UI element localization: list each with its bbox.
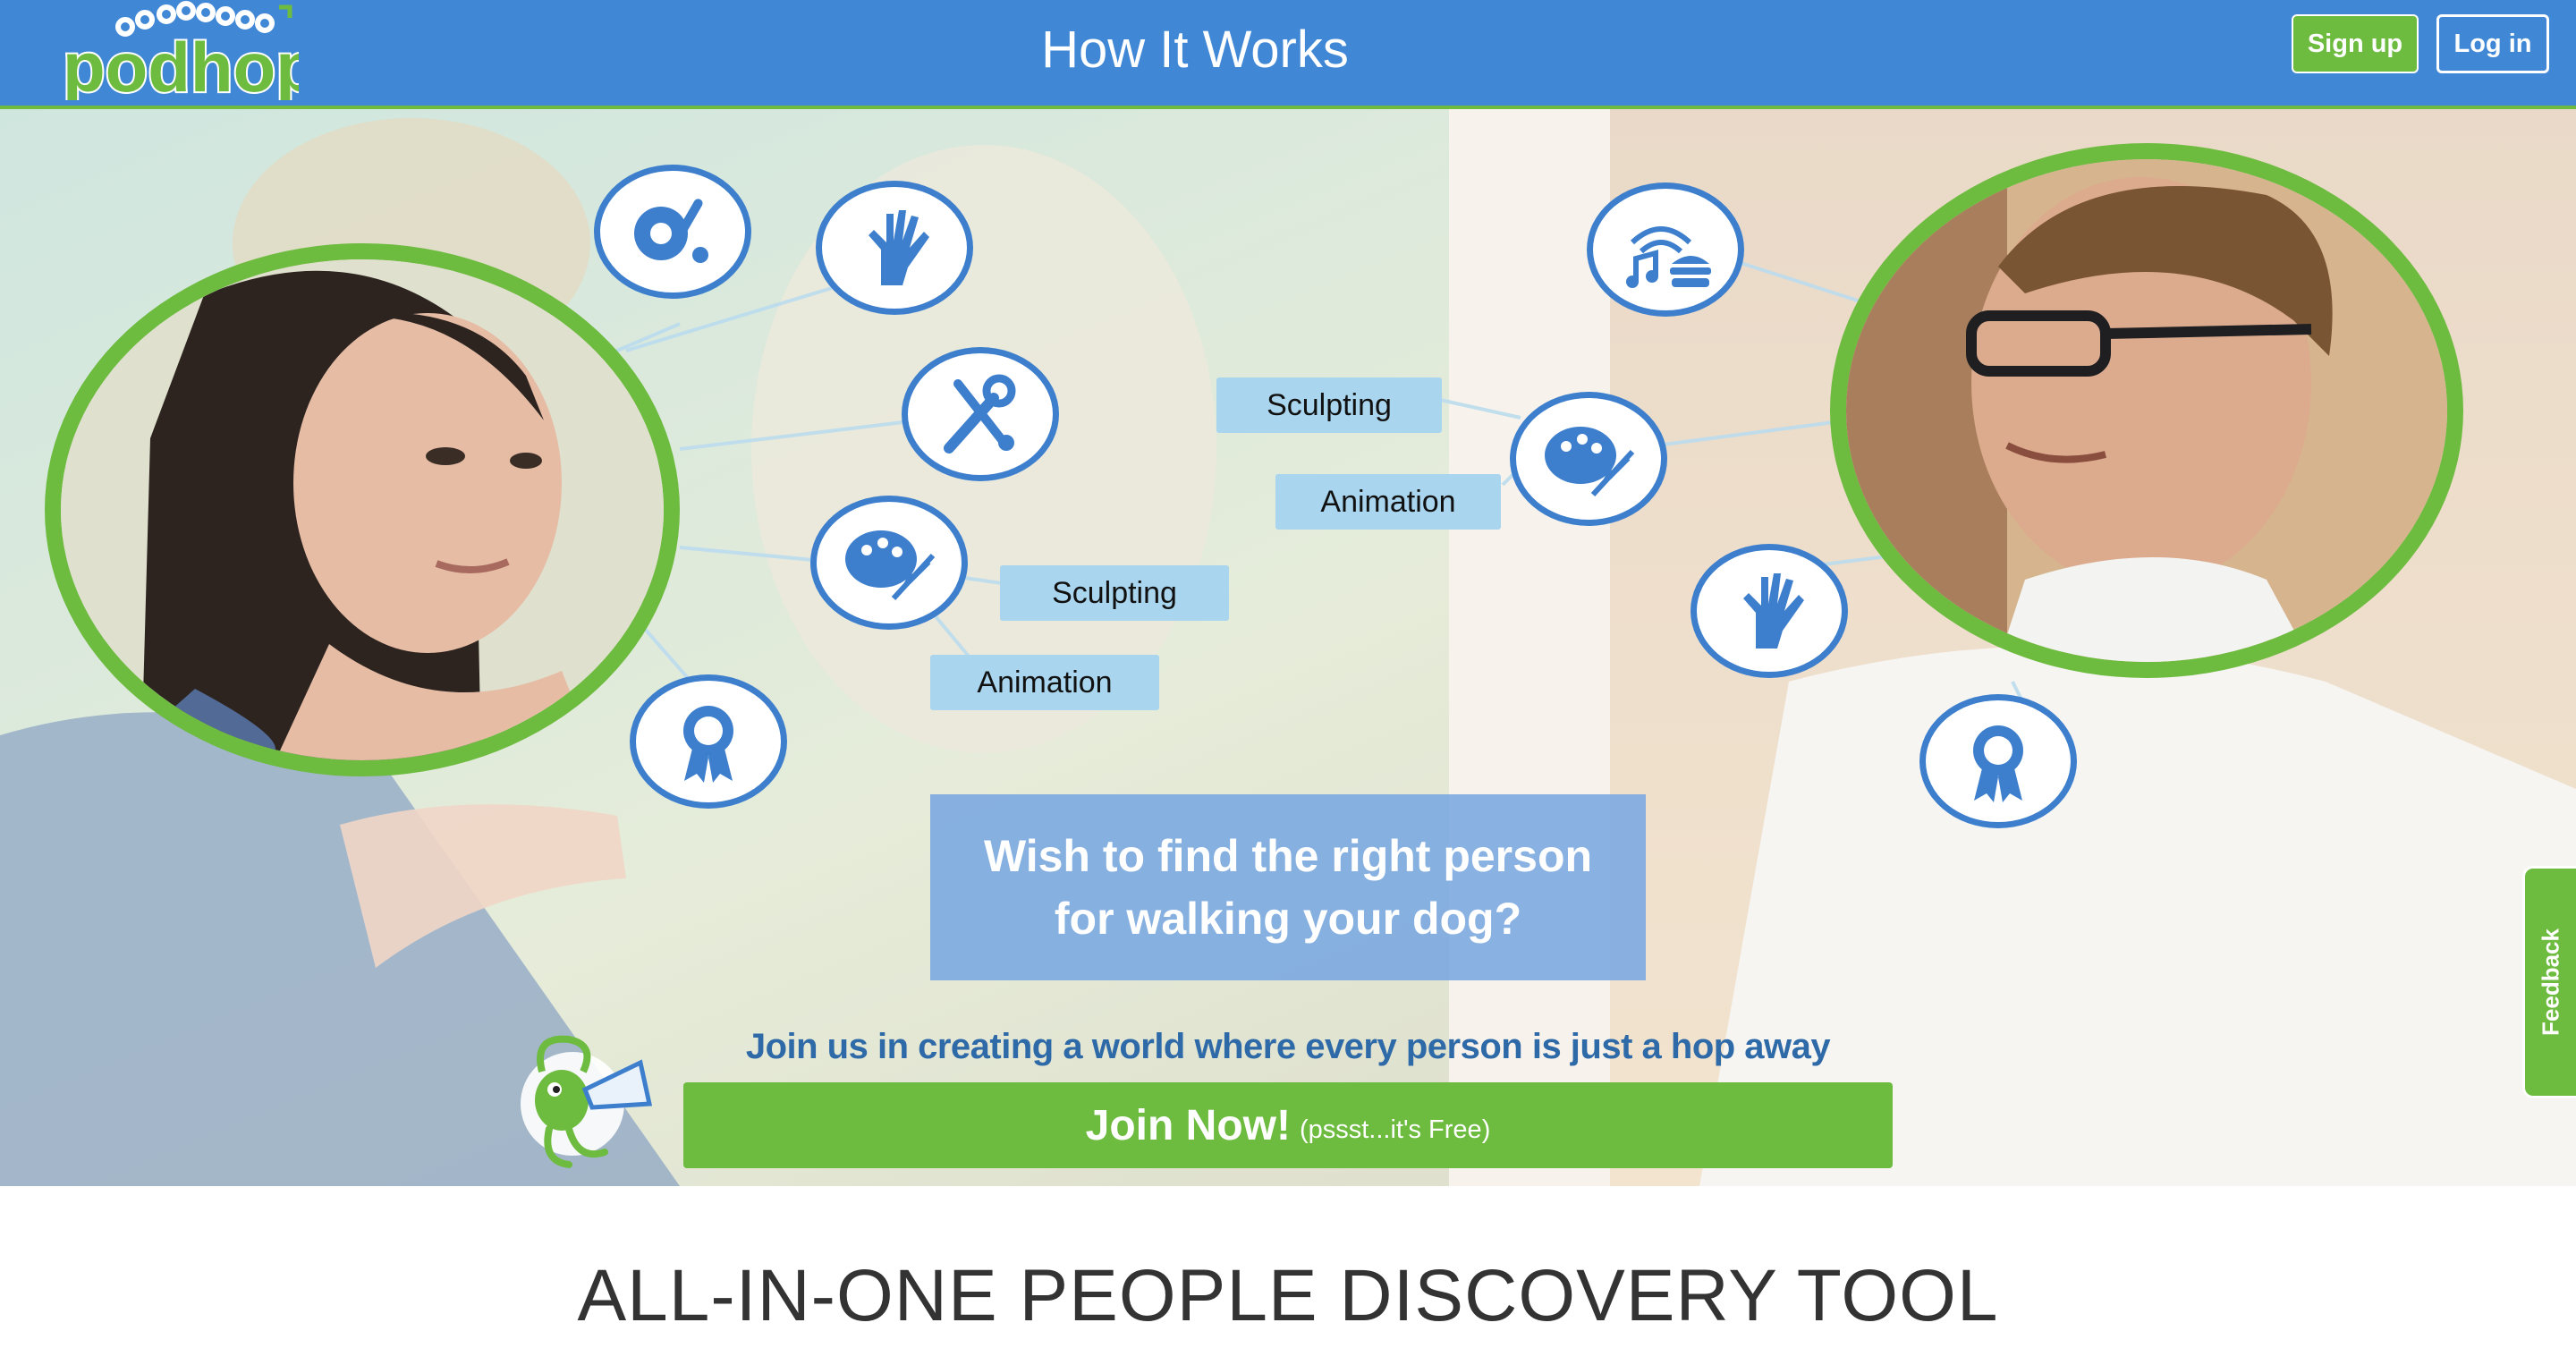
hand-icon bbox=[816, 181, 973, 315]
art-palette-icon bbox=[1510, 392, 1667, 526]
music-food-icon bbox=[1587, 182, 1744, 317]
skill-tag-sculpting: Sculpting bbox=[1216, 377, 1442, 433]
join-now-button[interactable]: Join Now! (pssst...it's Free) bbox=[683, 1082, 1893, 1168]
sports-icon bbox=[594, 165, 751, 299]
feedback-tab[interactable]: Feedback bbox=[2522, 866, 2576, 1098]
hand-icon bbox=[1690, 544, 1848, 678]
join-now-label: Join Now! bbox=[1085, 1101, 1291, 1149]
hero-headline: Wish to find the right person for walkin… bbox=[930, 794, 1646, 980]
mascot-megaphone-icon bbox=[521, 1035, 653, 1168]
hero-section: Sculpting Animation Sculpting Animation … bbox=[0, 109, 2576, 1186]
signup-button[interactable]: Sign up bbox=[2292, 14, 2419, 73]
tools-icon bbox=[902, 347, 1059, 481]
join-now-sublabel: (pssst...it's Free) bbox=[1299, 1115, 1491, 1144]
login-button[interactable]: Log in bbox=[2436, 14, 2549, 73]
award-ribbon-icon bbox=[1919, 694, 2077, 828]
top-navbar: podhop How It Works Sign up Log in bbox=[0, 0, 2576, 109]
skill-tag-animation: Animation bbox=[1275, 474, 1501, 530]
art-palette-icon bbox=[810, 496, 968, 630]
skill-tag-animation: Animation bbox=[930, 655, 1159, 710]
section-title: ALL-IN-ONE PEOPLE DISCOVERY TOOL bbox=[577, 1255, 1999, 1336]
woman-profile-photo bbox=[45, 243, 680, 776]
man-profile-photo bbox=[1830, 143, 2463, 678]
feedback-label: Feedback bbox=[2537, 928, 2563, 1036]
page-title: How It Works bbox=[1041, 21, 1349, 79]
skill-tag-sculpting: Sculpting bbox=[1000, 565, 1229, 621]
join-tagline: Join us in creating a world where every … bbox=[745, 1027, 1831, 1066]
award-ribbon-icon bbox=[630, 674, 787, 809]
